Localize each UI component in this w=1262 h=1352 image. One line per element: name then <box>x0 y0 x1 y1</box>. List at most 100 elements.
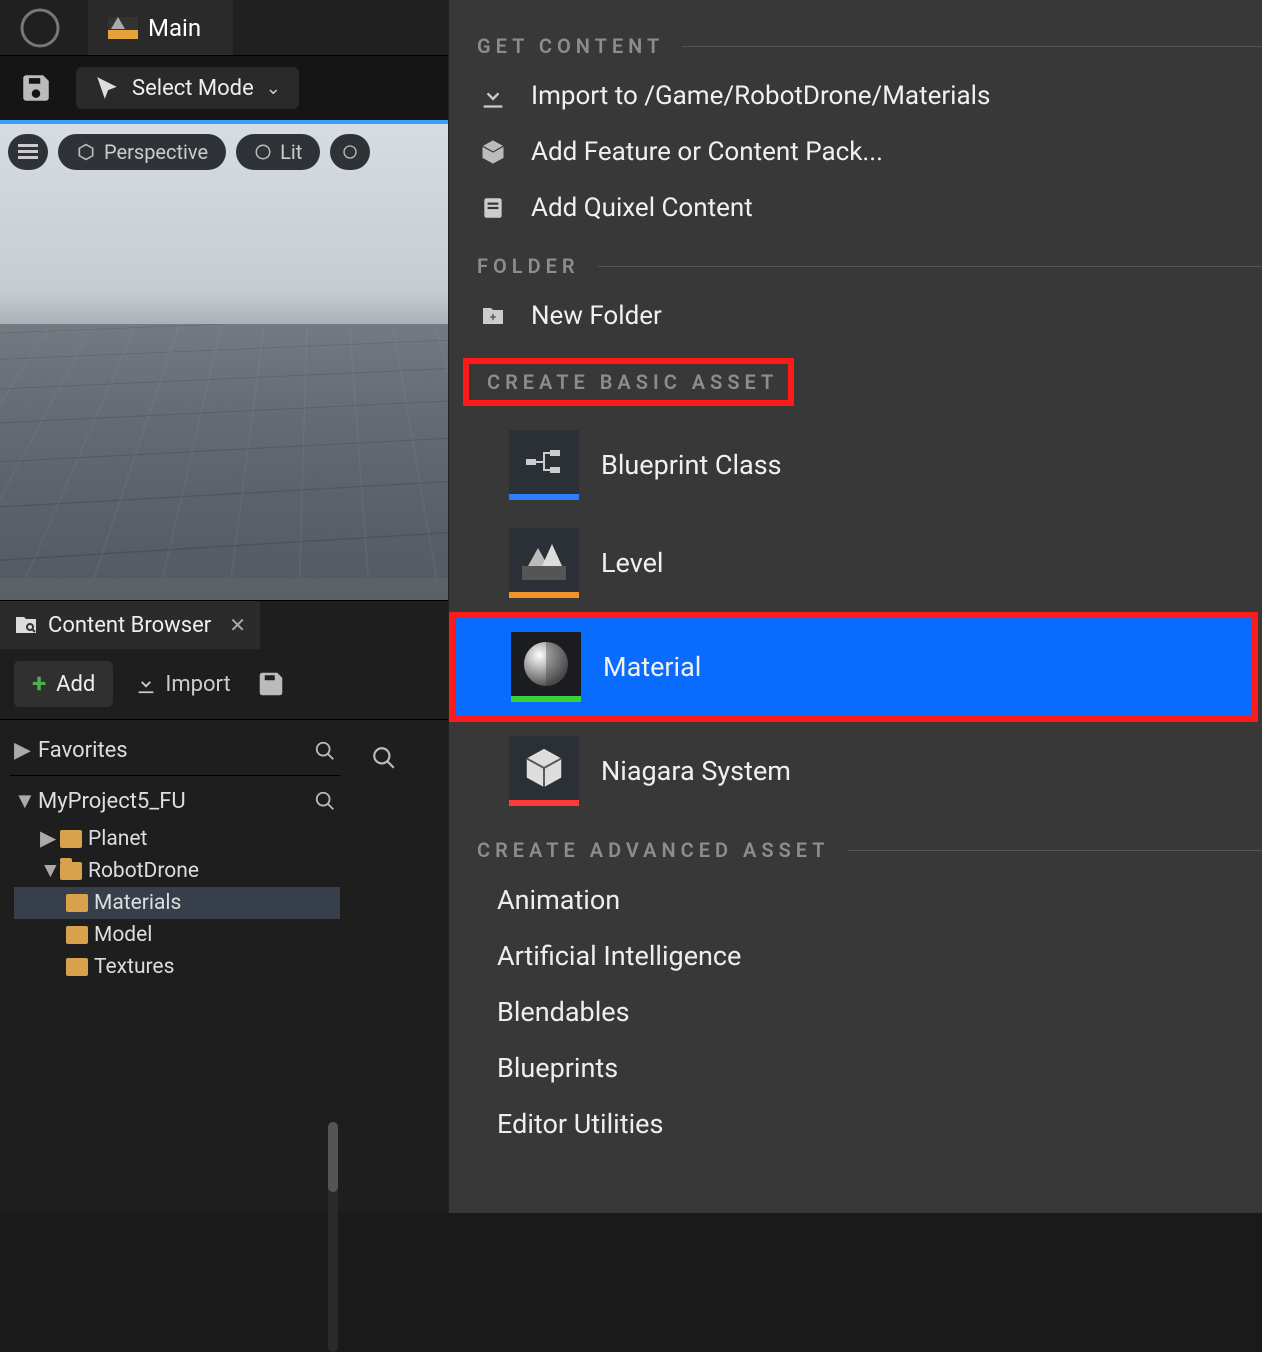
menu-add-pack[interactable]: Add Feature or Content Pack... <box>449 124 1262 180</box>
adv-label: Artificial Intelligence <box>497 940 741 972</box>
menu-label: Add Feature or Content Pack... <box>531 137 883 167</box>
adv-ai[interactable]: Artificial Intelligence <box>497 928 1262 984</box>
chevron-down-icon: ▼ <box>14 788 28 814</box>
import-button[interactable]: Import <box>135 672 230 697</box>
divider <box>682 46 1262 47</box>
search-icon[interactable] <box>314 790 336 812</box>
document-icon <box>477 192 509 224</box>
folder-open-icon <box>60 862 82 880</box>
package-icon <box>477 136 509 168</box>
project-row[interactable]: ▼ MyProject5_FU <box>10 780 340 822</box>
folder-icon <box>66 926 88 944</box>
asset-label: Material <box>603 651 701 683</box>
tree-item-planet[interactable]: ▶ Planet <box>14 822 340 855</box>
perspective-pill[interactable]: Perspective <box>58 134 226 170</box>
viewport-toolbar: Perspective Lit <box>8 134 370 170</box>
asset-level[interactable]: Level <box>449 514 1262 612</box>
scrollbar[interactable] <box>328 1122 338 1352</box>
sphere-icon <box>254 143 272 161</box>
folder-icon <box>66 958 88 976</box>
favorites-row[interactable]: ▶ Favorites <box>10 730 340 771</box>
viewport-floor <box>0 324 450 578</box>
menu-new-folder[interactable]: + New Folder <box>449 288 1262 344</box>
section-label: CREATE ADVANCED ASSET <box>477 838 830 862</box>
adv-blendables[interactable]: Blendables <box>497 984 1262 1040</box>
section-create-advanced: CREATE ADVANCED ASSET <box>449 838 1262 862</box>
asset-label: Niagara System <box>601 755 791 787</box>
close-icon[interactable]: ✕ <box>229 613 246 637</box>
tree-label: Planet <box>88 827 147 851</box>
divider <box>10 775 340 776</box>
viewport[interactable]: Perspective Lit <box>0 120 450 600</box>
cube-icon <box>76 142 96 162</box>
divider <box>848 850 1262 851</box>
mode-selector[interactable]: Select Mode ⌄ <box>76 67 299 109</box>
content-browser-panel: Content Browser ✕ + Add Import ▶ Favorit… <box>0 600 450 1213</box>
menu-label: New Folder <box>531 301 662 331</box>
lit-label: Lit <box>280 140 302 164</box>
section-label: FOLDER <box>477 254 580 278</box>
save-all-button[interactable] <box>253 666 289 702</box>
adv-editor-utilities[interactable]: Editor Utilities <box>497 1096 1262 1152</box>
asset-niagara[interactable]: Niagara System <box>449 722 1262 820</box>
section-get-content: GET CONTENT <box>449 34 1262 58</box>
level-tab[interactable]: Main <box>88 0 233 55</box>
add-button[interactable]: + Add <box>14 661 113 707</box>
divider <box>0 719 450 720</box>
lit-pill[interactable]: Lit <box>236 134 320 170</box>
tree-label: Model <box>94 923 152 947</box>
project-label: MyProject5_FU <box>38 789 186 814</box>
chevron-right-icon: ▶ <box>14 738 28 763</box>
section-label: CREATE BASIC ASSET <box>487 370 778 394</box>
viewport-menu-button[interactable] <box>8 134 48 170</box>
menu-quixel[interactable]: Add Quixel Content <box>449 180 1262 236</box>
search-icon[interactable] <box>314 740 336 762</box>
niagara-icon <box>509 736 579 806</box>
app-menu-icon[interactable] <box>12 0 68 56</box>
material-icon <box>511 632 581 702</box>
content-browser-toolbar: + Add Import <box>0 649 450 717</box>
level-icon <box>108 17 138 39</box>
tree-item-model[interactable]: Model <box>14 919 340 951</box>
section-label: GET CONTENT <box>477 34 664 58</box>
asset-label: Level <box>601 547 663 579</box>
chevron-right-icon: ▶ <box>40 826 54 851</box>
adv-label: Blendables <box>497 996 630 1028</box>
plus-icon: + <box>32 669 46 699</box>
content-browser-title: Content Browser <box>48 613 211 638</box>
svg-text:+: + <box>490 310 497 324</box>
asset-label: Blueprint Class <box>601 449 782 481</box>
viewport-extra-button[interactable] <box>330 134 370 170</box>
perspective-label: Perspective <box>104 140 208 164</box>
menu-label: Import to /Game/RobotDrone/Materials <box>531 81 990 111</box>
sources-panel: ▶ Favorites ▼ MyProject5_FU ▶ Planet <box>10 730 340 983</box>
menu-label: Add Quixel Content <box>531 193 753 223</box>
content-browser-tab[interactable]: Content Browser ✕ <box>0 601 260 649</box>
search-folder-icon <box>14 613 38 637</box>
tree-item-materials[interactable]: Materials <box>14 887 340 919</box>
adv-label: Blueprints <box>497 1052 618 1084</box>
advanced-asset-list: Animation Artificial Intelligence Blenda… <box>449 872 1262 1152</box>
tree-item-textures[interactable]: Textures <box>14 951 340 983</box>
tree-label: Materials <box>94 891 181 915</box>
asset-search-icon[interactable] <box>364 738 404 778</box>
tree-label: RobotDrone <box>88 859 199 883</box>
import-label: Import <box>165 672 230 697</box>
save-button[interactable] <box>14 66 58 110</box>
tree-item-robotdrone[interactable]: ▼ RobotDrone <box>14 855 340 887</box>
add-label: Add <box>56 672 95 697</box>
folder-icon <box>60 830 82 848</box>
import-icon <box>135 673 157 695</box>
section-folder: FOLDER <box>449 254 1262 278</box>
divider <box>598 266 1262 267</box>
menu-import-to[interactable]: Import to /Game/RobotDrone/Materials <box>449 68 1262 124</box>
adv-animation[interactable]: Animation <box>497 872 1262 928</box>
chevron-down-icon: ⌄ <box>266 78 281 99</box>
level-thumb-icon <box>509 528 579 598</box>
asset-material[interactable]: Material <box>449 612 1258 722</box>
add-context-menu: GET CONTENT Import to /Game/RobotDrone/M… <box>448 0 1262 1213</box>
adv-label: Animation <box>497 884 620 916</box>
mode-label: Select Mode <box>132 76 254 101</box>
adv-blueprints[interactable]: Blueprints <box>497 1040 1262 1096</box>
asset-blueprint[interactable]: Blueprint Class <box>449 416 1262 514</box>
